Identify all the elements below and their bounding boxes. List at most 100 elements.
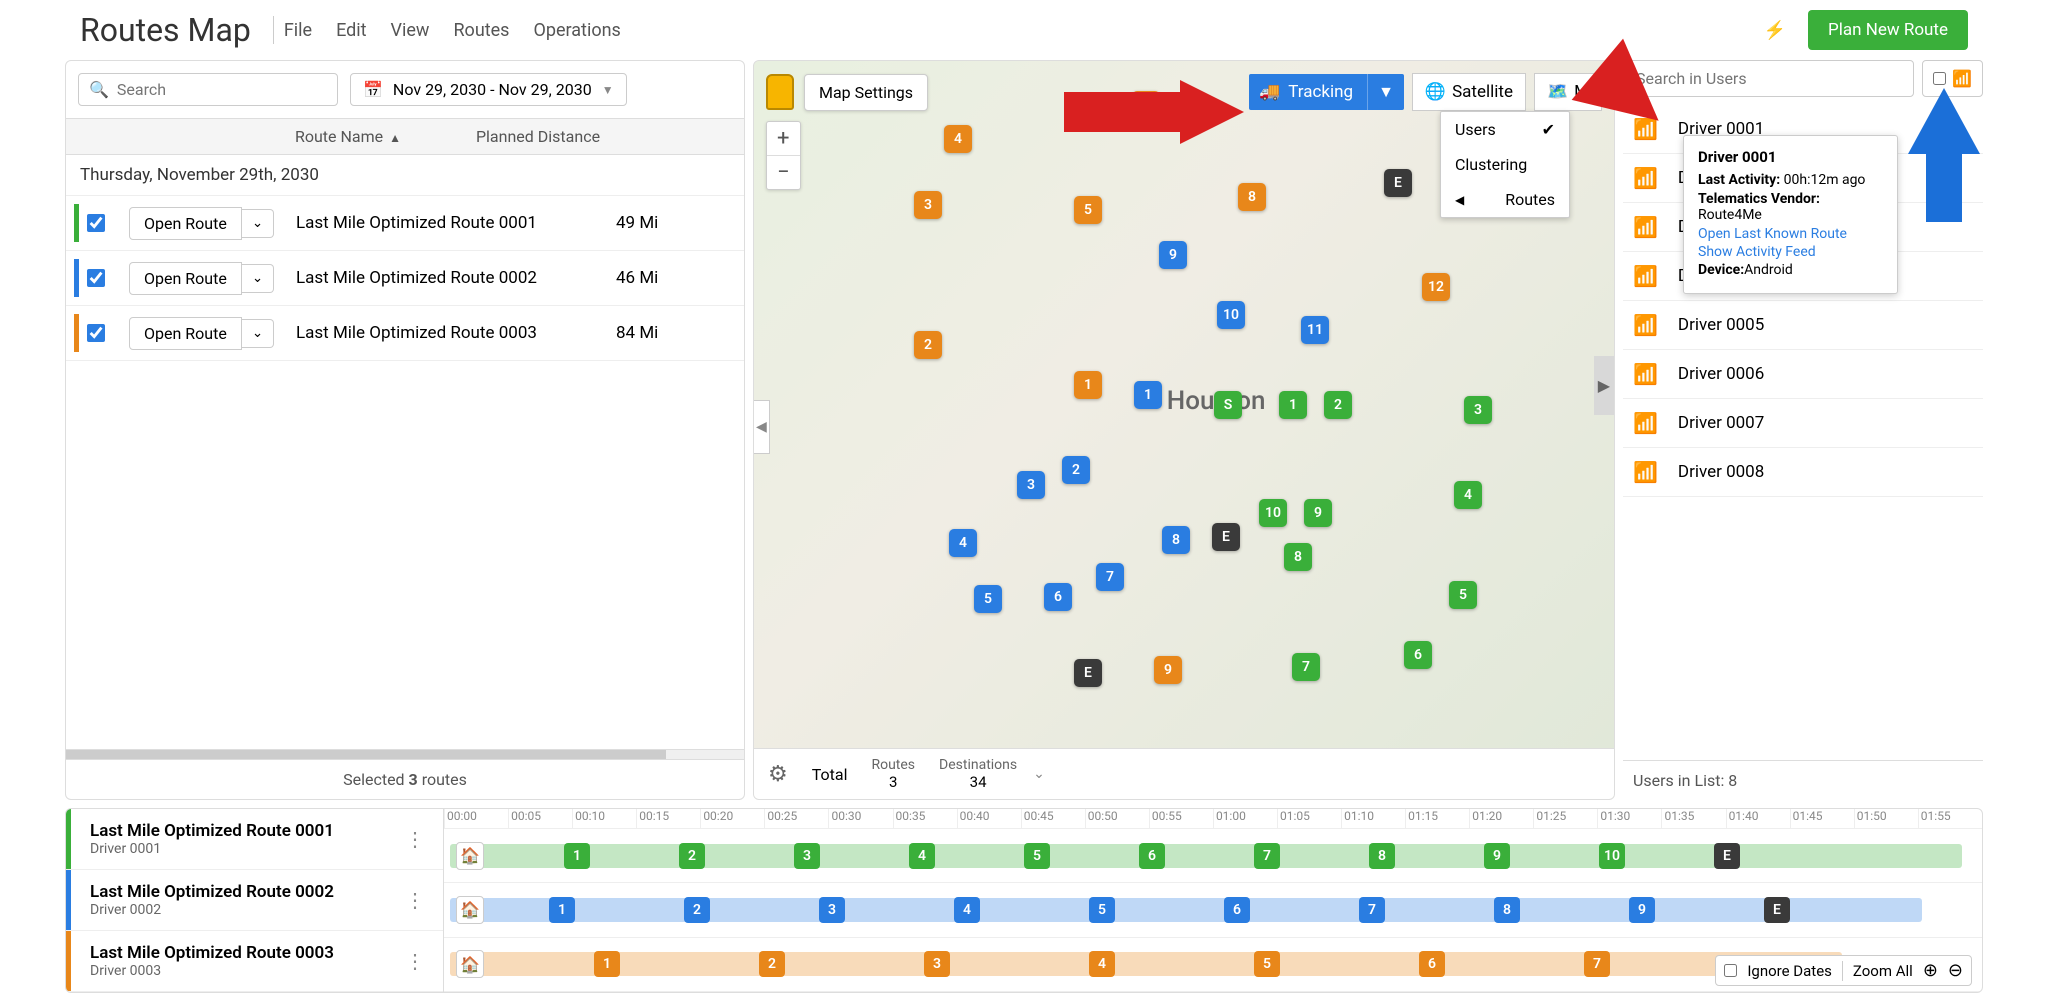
search-input[interactable] — [117, 80, 327, 99]
map-marker[interactable]: 9 — [1159, 241, 1187, 269]
home-icon[interactable]: 🏠 — [456, 896, 484, 924]
timeline-stop[interactable]: 2 — [684, 897, 710, 923]
tracking-button[interactable]: 🚚 Tracking — [1249, 74, 1367, 110]
timeline-stop[interactable]: 6 — [1224, 897, 1250, 923]
route-row[interactable]: Open Route ⌄ Last Mile Optimized Route 0… — [66, 306, 744, 361]
menu-operations[interactable]: Operations — [533, 20, 620, 41]
user-row[interactable]: 📶 Driver 0007 — [1623, 399, 1983, 448]
timeline-stop[interactable]: 10 — [1599, 843, 1625, 869]
menu-routes[interactable]: Routes — [453, 20, 509, 41]
timeline-stop[interactable]: 4 — [1089, 951, 1115, 977]
map-marker[interactable]: 7 — [1292, 653, 1320, 681]
th-planned-distance[interactable]: Planned Distance — [438, 127, 638, 146]
map-marker[interactable]: 8 — [1162, 526, 1190, 554]
timeline-stop[interactable]: 5 — [1089, 897, 1115, 923]
tooltip-open-route-link[interactable]: Open Last Known Route — [1698, 226, 1883, 242]
map-marker[interactable]: 2 — [1324, 391, 1352, 419]
map-marker[interactable]: 9 — [1154, 656, 1182, 684]
timeline-stop[interactable]: 8 — [1494, 897, 1520, 923]
map-marker[interactable]: 8 — [1238, 183, 1266, 211]
map-marker[interactable]: 6 — [1044, 583, 1072, 611]
map-marker[interactable]: 1 — [1074, 371, 1102, 399]
kebab-menu-icon[interactable]: ⋮ — [399, 949, 431, 973]
dropdown-item-clustering[interactable]: Clustering — [1441, 147, 1569, 182]
timeline-stop[interactable]: E — [1714, 843, 1740, 869]
open-route-button[interactable]: Open Route — [129, 207, 242, 240]
timeline-stop[interactable]: 9 — [1484, 843, 1510, 869]
menu-view[interactable]: View — [391, 20, 430, 41]
ignore-dates-checkbox[interactable] — [1724, 964, 1737, 977]
left-panel-toggle[interactable]: ◀ — [754, 400, 770, 454]
date-range-picker[interactable]: 📅 Nov 29, 2030 - Nov 29, 2030 ▼ — [350, 73, 627, 106]
search-box[interactable]: 🔍 — [78, 73, 338, 106]
map-marker[interactable]: E — [1074, 659, 1102, 687]
timeline-stop[interactable]: 4 — [954, 897, 980, 923]
timeline-stop[interactable]: 1 — [549, 897, 575, 923]
map-marker[interactable]: 4 — [1454, 481, 1482, 509]
map-settings-button[interactable]: Map Settings — [804, 74, 928, 111]
map-marker[interactable]: 8 — [1284, 543, 1312, 571]
zoom-out-icon[interactable]: ⊖ — [1948, 960, 1963, 981]
bolt-icon[interactable]: ⚡ — [1758, 14, 1792, 47]
map-marker[interactable]: 1 — [1279, 391, 1307, 419]
zoom-out-button[interactable]: − — [767, 156, 800, 189]
zoom-in-icon[interactable]: ⊕ — [1923, 960, 1938, 981]
timeline-row[interactable]: 🏠123456789E — [444, 883, 1982, 937]
map-marker[interactable]: 5 — [1449, 581, 1477, 609]
gear-icon[interactable]: ⚙ — [768, 762, 788, 787]
timeline-route-header[interactable]: Last Mile Optimized Route 0001 Driver 00… — [66, 809, 443, 870]
timeline-route-header[interactable]: Last Mile Optimized Route 0002 Driver 00… — [66, 870, 443, 931]
map-marker[interactable]: 4 — [949, 529, 977, 557]
zoom-all-button[interactable]: Zoom All — [1853, 962, 1913, 980]
route-checkbox[interactable] — [87, 324, 105, 342]
timeline-stop[interactable]: 6 — [1139, 843, 1165, 869]
open-route-dropdown[interactable]: ⌄ — [242, 319, 274, 348]
pegman-icon[interactable] — [766, 74, 794, 110]
map-marker[interactable]: S — [1214, 391, 1242, 419]
open-route-button[interactable]: Open Route — [129, 262, 242, 295]
timeline-stop[interactable]: 7 — [1254, 843, 1280, 869]
timeline-stop[interactable]: 2 — [759, 951, 785, 977]
map-marker[interactable]: 3 — [1464, 396, 1492, 424]
user-row[interactable]: 📶 Driver 0006 — [1623, 350, 1983, 399]
timeline-stop[interactable]: 3 — [924, 951, 950, 977]
open-route-dropdown[interactable]: ⌄ — [242, 264, 274, 293]
map-marker[interactable]: 9 — [1304, 499, 1332, 527]
tracking-dropdown-toggle[interactable]: ▼ — [1367, 74, 1404, 110]
map-panel[interactable]: Houston Map Settings 🚚 Tracking ▼ 🌐 Sate… — [753, 60, 1615, 800]
dropdown-item-routes[interactable]: ◀Routes — [1441, 182, 1569, 217]
kebab-menu-icon[interactable]: ⋮ — [399, 888, 431, 912]
home-icon[interactable]: 🏠 — [456, 842, 484, 870]
map-marker[interactable]: 5 — [974, 585, 1002, 613]
map-marker[interactable]: 12 — [1422, 273, 1450, 301]
map-marker[interactable]: 6 — [1404, 641, 1432, 669]
chevron-down-icon[interactable]: ⌄ — [1033, 766, 1045, 782]
timeline-stop[interactable]: 8 — [1369, 843, 1395, 869]
timeline-route-header[interactable]: Last Mile Optimized Route 0003 Driver 00… — [66, 931, 443, 992]
satellite-button[interactable]: 🌐 Satellite — [1412, 73, 1526, 111]
route-row[interactable]: Open Route ⌄ Last Mile Optimized Route 0… — [66, 251, 744, 306]
menu-edit[interactable]: Edit — [336, 20, 366, 41]
timeline-stop[interactable]: 1 — [594, 951, 620, 977]
timeline-stop[interactable]: 3 — [794, 843, 820, 869]
th-route-name[interactable]: Route Name▲ — [78, 127, 438, 146]
tooltip-activity-feed-link[interactable]: Show Activity Feed — [1698, 244, 1883, 260]
map-marker[interactable]: 4 — [944, 125, 972, 153]
map-marker[interactable]: E — [1384, 169, 1412, 197]
map-marker[interactable]: 2 — [1062, 456, 1090, 484]
map-marker[interactable]: 2 — [914, 331, 942, 359]
timeline-stop[interactable]: 5 — [1254, 951, 1280, 977]
timeline-stop[interactable]: 4 — [909, 843, 935, 869]
map-marker[interactable]: 5 — [1074, 196, 1102, 224]
timeline-stop[interactable]: 6 — [1419, 951, 1445, 977]
map-marker[interactable]: 10 — [1217, 301, 1245, 329]
timeline-stop[interactable]: 7 — [1584, 951, 1610, 977]
menu-file[interactable]: File — [284, 20, 312, 41]
route-checkbox[interactable] — [87, 214, 105, 232]
open-route-dropdown[interactable]: ⌄ — [242, 209, 274, 238]
timeline-row[interactable]: 🏠12345678910E — [444, 829, 1982, 883]
horizontal-scrollbar[interactable] — [66, 749, 744, 759]
timeline-stop[interactable]: 9 — [1629, 897, 1655, 923]
wifi-checkbox[interactable] — [1933, 72, 1946, 85]
user-row[interactable]: 📶 Driver 0005 — [1623, 301, 1983, 350]
